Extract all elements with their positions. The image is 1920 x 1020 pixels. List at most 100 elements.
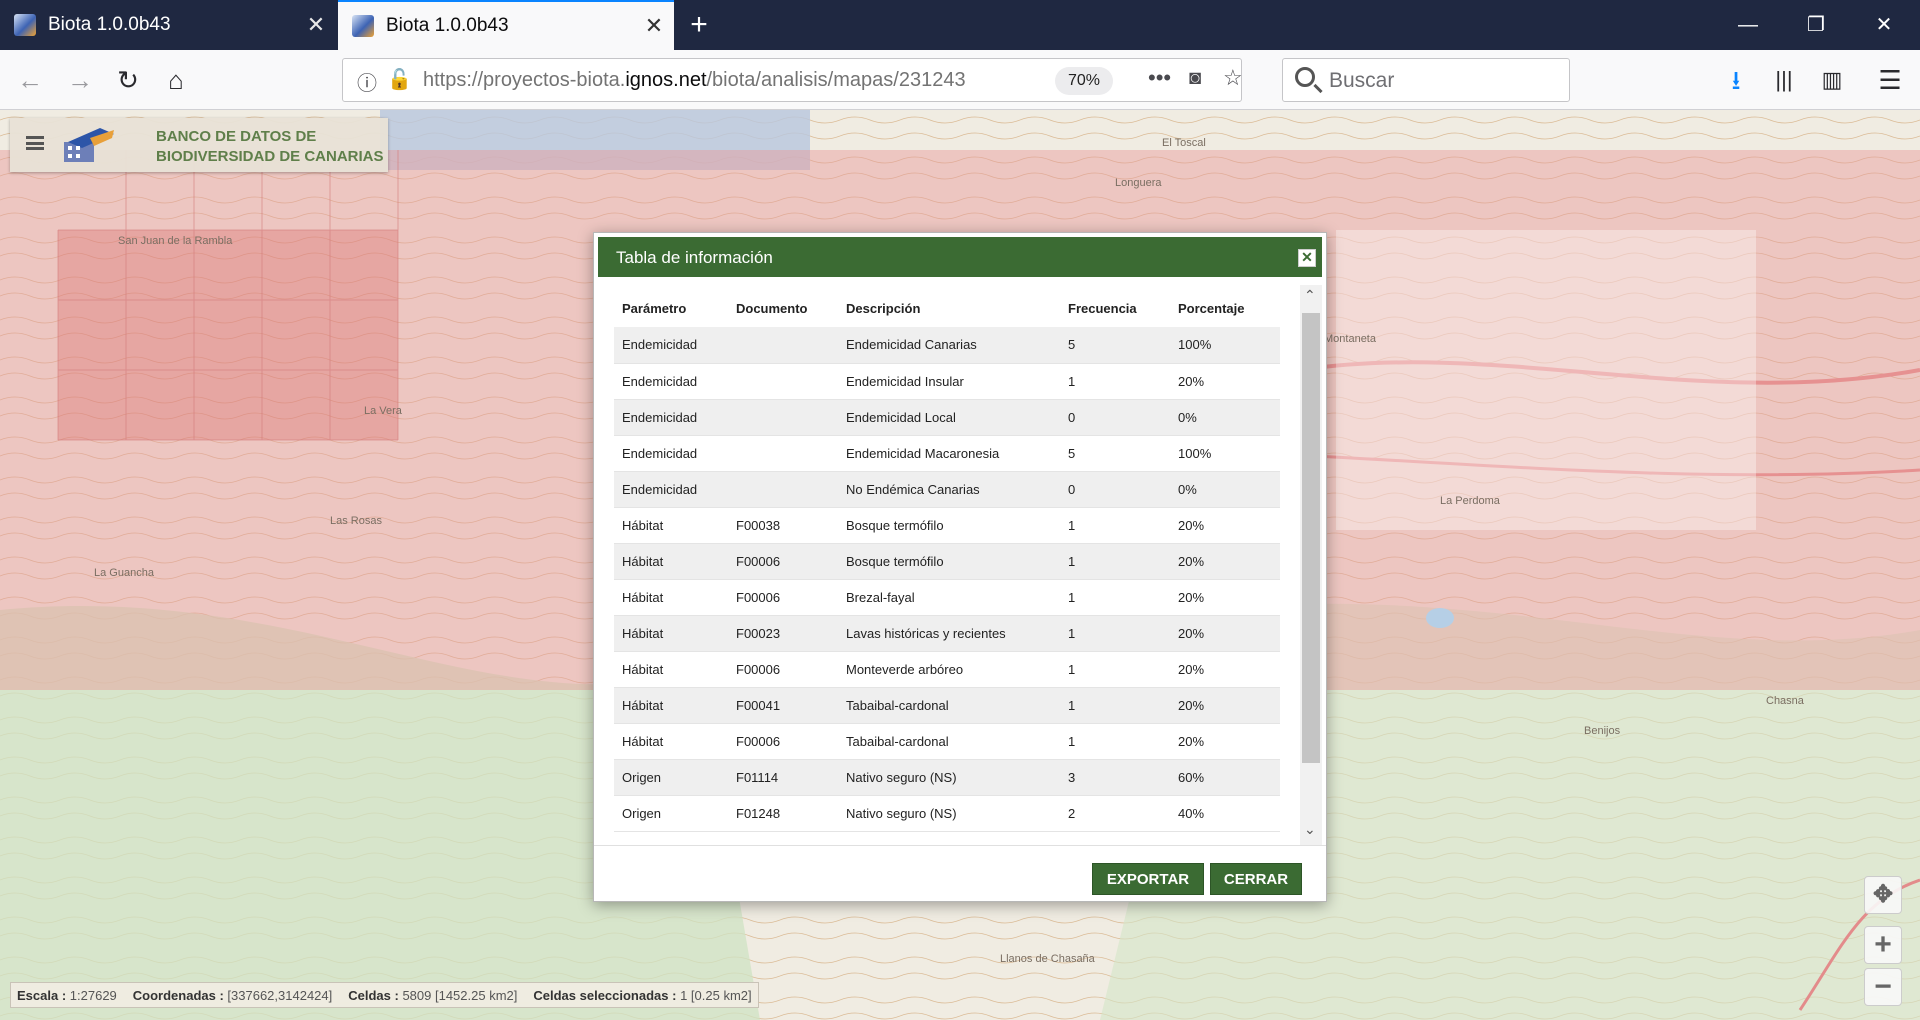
table-cell: F00041 [728,687,838,724]
scroll-up-icon[interactable]: ⌃ [1304,287,1316,304]
app-title-line: BANCO DE DATOS DE [156,128,317,145]
zoom-out-button[interactable]: − [1864,968,1902,1006]
table-cell: Origen [614,795,728,832]
table-cell: 2 [1060,795,1170,832]
home-icon[interactable]: ⌂ [158,62,194,98]
table-row[interactable]: Endemicidad Endemicidad Macaronesia 5 100% [614,435,1280,472]
hamburger-menu-icon[interactable]: ☰ [1872,62,1908,98]
column-header[interactable]: Porcentaje [1170,289,1280,327]
place-label: Las Rosas [330,515,382,527]
close-button[interactable]: CERRAR [1210,863,1302,895]
close-tab-icon[interactable]: ✕ [634,13,674,39]
forward-arrow-icon[interactable]: → [62,62,98,98]
scrollbar-thumb[interactable] [1302,313,1320,763]
table-cell: Hábitat [614,723,728,760]
table-row[interactable]: Origen F01248 Nativo seguro (NS) 2 40% [614,795,1280,832]
info-table-container[interactable]: Parámetro Documento Descripción Frecuenc… [614,289,1280,837]
scale-label: Escala : [17,987,67,1003]
table-cell: 0 [1060,471,1170,508]
new-tab-button[interactable]: + [680,6,718,44]
table-cell: Endemicidad [614,435,728,472]
info-table-dialog: Tabla de información ✕ Parámetro Documen… [593,232,1327,902]
column-header[interactable]: Descripción [838,289,1060,327]
table-row[interactable]: Hábitat F00041 Tabaibal-cardonal 1 20% [614,687,1280,724]
table-row[interactable]: Endemicidad Endemicidad Canarias 5 100% [614,327,1280,364]
column-header[interactable]: Frecuencia [1060,289,1170,327]
reload-icon[interactable]: ↻ [110,62,146,98]
table-row[interactable]: Hábitat F00006 Brezal-fayal 1 20% [614,579,1280,616]
coordinates-value: [337662,3142424] [227,987,333,1003]
table-row[interactable]: Endemicidad Endemicidad Insular 1 20% [614,363,1280,400]
scale-value: 1:27629 [69,987,117,1003]
back-arrow-icon[interactable]: ← [12,62,48,98]
table-row[interactable]: Origen F01114 Nativo seguro (NS) 3 60% [614,759,1280,796]
dialog-footer-divider [594,845,1326,846]
search-placeholder: Buscar [1329,69,1395,92]
column-header[interactable]: Parámetro [614,289,728,327]
water-body [1426,608,1454,628]
table-scrollbar[interactable]: ⌃ ⌄ [1300,285,1322,845]
table-row[interactable]: Hábitat F00038 Bosque termófilo 1 20% [614,507,1280,544]
menu-icon[interactable] [26,136,44,150]
sidebar-icon[interactable]: ▥ [1814,62,1850,98]
table-cell: 1 [1060,615,1170,652]
export-button[interactable]: EXPORTAR [1092,863,1204,895]
page-actions-icon[interactable]: ••• [1148,65,1171,91]
selected-cells [58,230,398,440]
close-window-icon[interactable]: ✕ [1850,0,1918,50]
minimize-window-icon[interactable]: — [1714,0,1782,50]
table-cell [728,471,838,508]
tab-title: Biota 1.0.0b43 [48,14,171,35]
table-cell: Nativo seguro (NS) [838,759,1060,796]
info-icon[interactable]: ⓘ [357,67,377,96]
zoom-in-button[interactable]: + [1864,926,1902,964]
table-cell: Endemicidad [614,363,728,400]
table-cell: Lavas históricas y recientes [838,615,1060,652]
table-row[interactable]: Hábitat F00006 Bosque termófilo 1 20% [614,543,1280,580]
table-cell: F00006 [728,651,838,688]
library-icon[interactable]: ||| [1766,62,1802,98]
table-cell: 1 [1060,543,1170,580]
dialog-header: Tabla de información ✕ [598,237,1322,277]
table-cell [728,399,838,436]
table-cell: Tabaibal-cardonal [838,687,1060,724]
place-label: El Toscal [1162,137,1206,149]
table-cell: Bosque termófilo [838,507,1060,544]
column-header[interactable]: Documento [728,289,838,327]
table-row[interactable]: Endemicidad Endemicidad Local 0 0% [614,399,1280,436]
info-table: Parámetro Documento Descripción Frecuenc… [614,289,1280,832]
browser-tab[interactable]: Biota 1.0.0b43 ✕ [0,0,336,50]
search-field[interactable]: Buscar [1282,58,1570,102]
table-cell: Endemicidad [614,327,728,364]
table-cell: 40% [1170,795,1280,832]
insecure-lock-icon[interactable]: 🔓 [387,67,412,92]
browser-tab-active[interactable]: Biota 1.0.0b43 ✕ [338,0,674,50]
table-cell: Nativo seguro (NS) [838,795,1060,832]
table-cell: 1 [1060,579,1170,616]
address-bar[interactable]: ⓘ 🔓 https://proyectos-biota.ignos.net/bi… [342,58,1243,102]
close-dialog-icon[interactable]: ✕ [1298,249,1316,267]
download-icon[interactable]: ⭳ [1718,62,1754,98]
table-cell: 100% [1170,435,1280,472]
restore-window-icon[interactable]: ❐ [1782,0,1850,50]
table-row[interactable]: Hábitat F00023 Lavas históricas y reciente… [614,615,1280,652]
table-row[interactable]: Hábitat F00006 Tabaibal-cardonal 1 20% [614,723,1280,760]
table-cell: Origen [614,759,728,796]
table-cell: 1 [1060,723,1170,760]
table-cell: F00006 [728,543,838,580]
url-text[interactable]: https://proyectos-biota.ignos.net/biota/… [423,69,1051,92]
tab-title: Biota 1.0.0b43 [386,15,509,36]
place-label: La Perdoma [1440,495,1501,507]
close-tab-icon[interactable]: ✕ [296,12,336,38]
scroll-down-icon[interactable]: ⌄ [1304,821,1316,838]
site-favicon-icon [14,14,36,36]
pocket-icon[interactable]: ◙ [1189,67,1201,90]
table-row[interactable]: Endemicidad No Endémica Canarias 0 0% [614,471,1280,508]
table-cell: No Endémica Canarias [838,471,1060,508]
zoom-level-badge[interactable]: 70% [1055,67,1113,95]
pan-move-icon[interactable]: ✥ [1864,876,1902,914]
table-row[interactable]: Hábitat F00006 Monteverde arbóreo 1 20% [614,651,1280,688]
bookmark-star-icon[interactable]: ☆ [1223,65,1243,91]
table-cell: Brezal-fayal [838,579,1060,616]
selected-cells-value: 1 [0.25 km2] [680,987,752,1003]
